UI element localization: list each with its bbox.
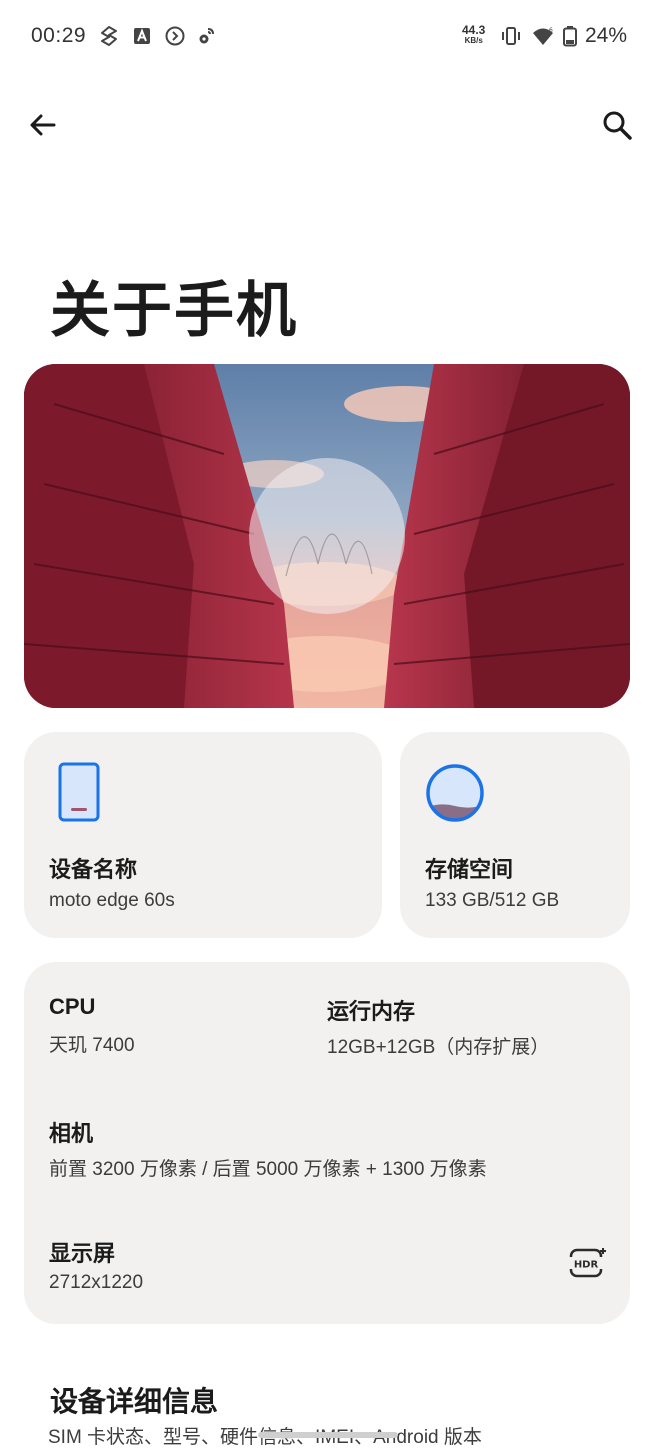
ram-value: 12GB+12GB（内存扩展） bbox=[327, 1037, 550, 1058]
status-time: 00:29 bbox=[31, 24, 87, 47]
battery-icon bbox=[563, 26, 577, 47]
storage-label: 存储空间 bbox=[425, 857, 514, 882]
net-speed-value: 44.3 bbox=[462, 23, 486, 37]
ram-label: 运行内存 bbox=[327, 999, 416, 1024]
back-arrow-icon[interactable] bbox=[26, 108, 60, 142]
specs-card[interactable]: CPU 天玑 7400 运行内存 12GB+12GB（内存扩展） 相机 前置 3… bbox=[24, 962, 630, 1324]
net-speed-icon: 44.3 KB/s bbox=[462, 24, 485, 45]
s-app-icon bbox=[101, 26, 117, 46]
battery-percent: 24% bbox=[585, 24, 628, 47]
vibrate-icon bbox=[502, 27, 520, 45]
cpu-label: CPU bbox=[49, 994, 96, 1019]
display-value: 2712x1220 bbox=[49, 1272, 144, 1293]
wifi-icon: 6 bbox=[533, 27, 553, 45]
svg-text:HDR: HDR bbox=[574, 1260, 599, 1271]
cpu-value: 天玑 7400 bbox=[49, 1035, 135, 1056]
page-title: 关于手机 bbox=[50, 277, 298, 344]
device-details-title[interactable]: 设备详细信息 bbox=[50, 1380, 218, 1420]
gesture-bar[interactable] bbox=[258, 1432, 398, 1438]
camera-value: 前置 3200 万像素 / 后置 5000 万像素 + 1300 万像素 bbox=[49, 1159, 487, 1180]
device-name-label: 设备名称 bbox=[49, 857, 138, 882]
camera-label: 相机 bbox=[49, 1121, 94, 1146]
hdr-plus-icon: HDR bbox=[568, 1248, 606, 1278]
device-name-card[interactable]: 设备名称 moto edge 60s bbox=[24, 732, 382, 938]
status-bar: 00:29 44.3 KB/s 6 24% bbox=[0, 0, 654, 72]
svg-text:6: 6 bbox=[549, 27, 553, 34]
display-label: 显示屏 bbox=[49, 1241, 116, 1266]
phone-icon bbox=[58, 762, 100, 822]
wallpaper-hero-image bbox=[24, 364, 630, 708]
net-speed-unit: KB/s bbox=[464, 36, 483, 45]
storage-value: 133 GB/512 GB bbox=[425, 890, 560, 911]
storage-circle-icon bbox=[426, 764, 484, 822]
gear-cloud-icon bbox=[199, 28, 214, 44]
search-icon[interactable] bbox=[598, 106, 636, 144]
device-name-value: moto edge 60s bbox=[49, 890, 175, 911]
a-app-icon bbox=[134, 28, 150, 44]
circle-arrow-icon bbox=[165, 26, 185, 46]
storage-card[interactable]: 存储空间 133 GB/512 GB bbox=[400, 732, 630, 938]
